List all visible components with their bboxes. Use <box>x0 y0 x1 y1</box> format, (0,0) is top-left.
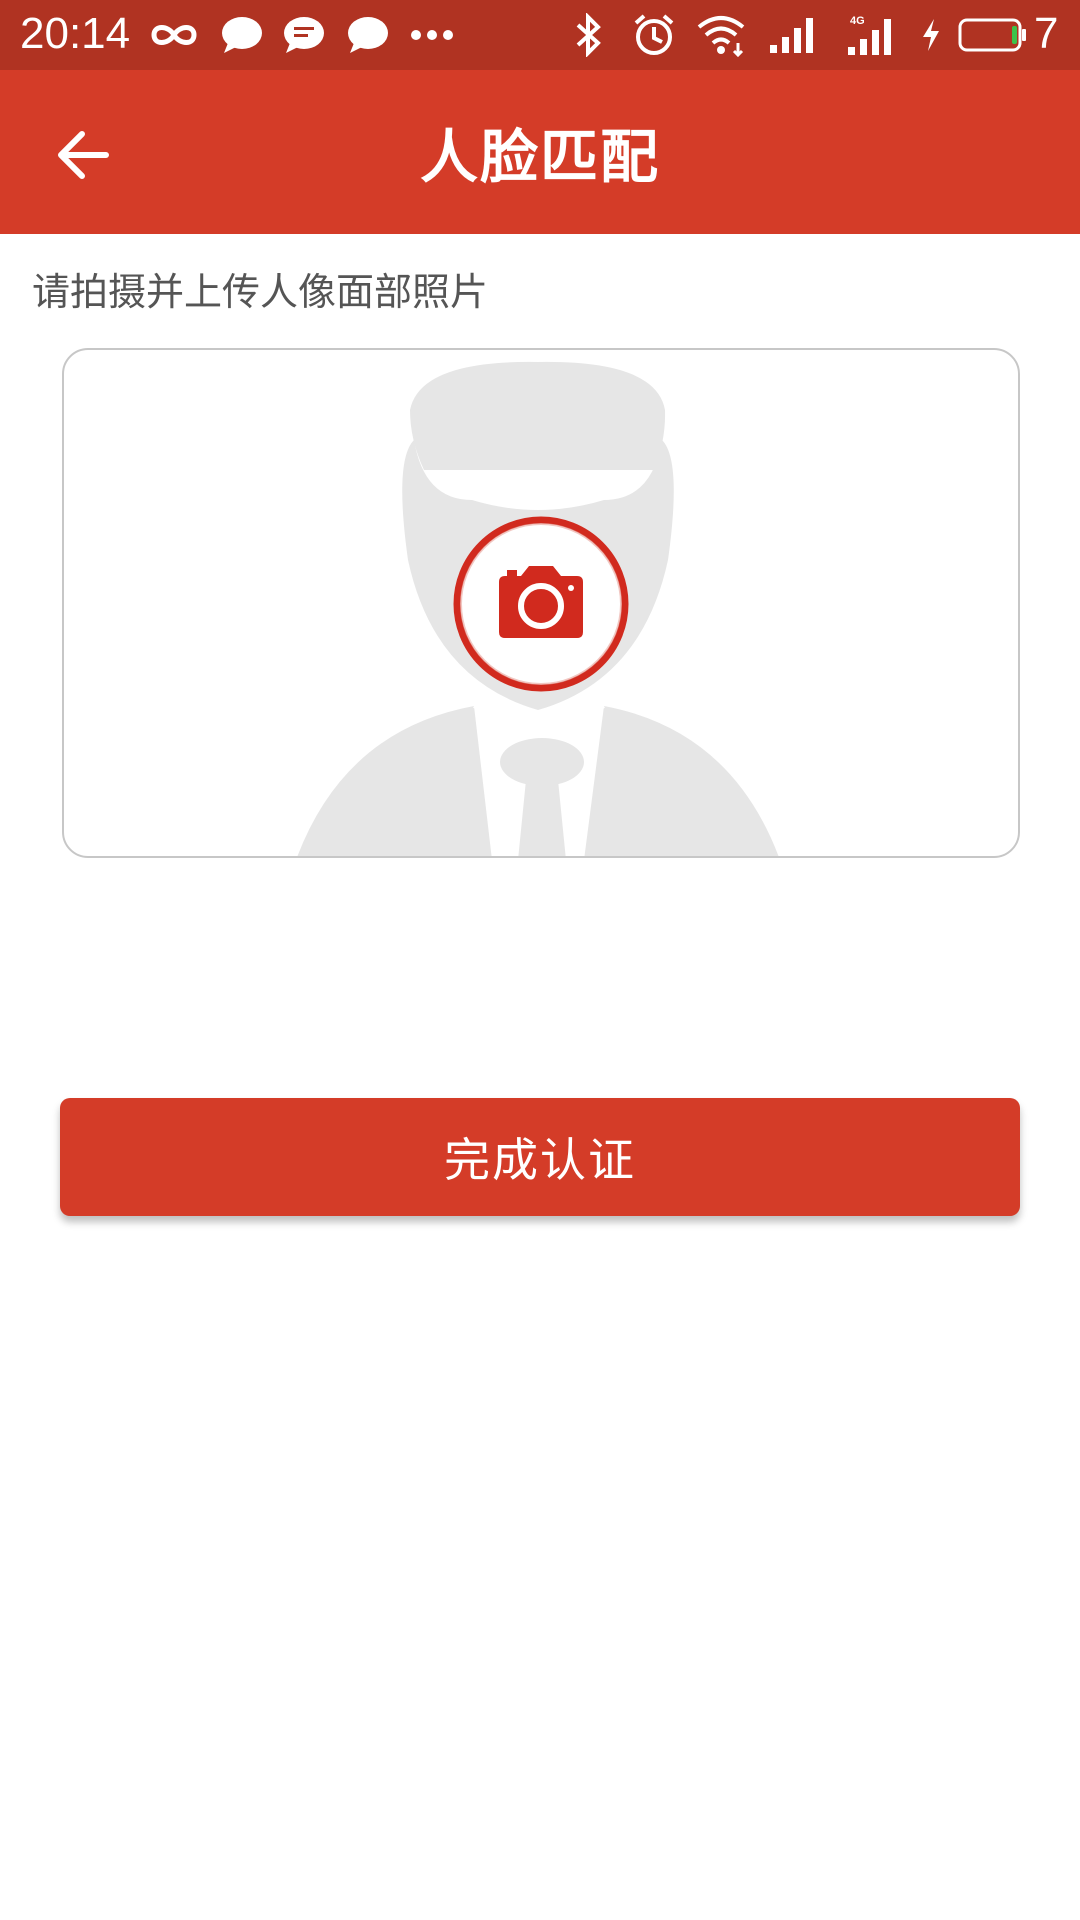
app-bar: 人脸匹配 <box>0 70 1080 234</box>
signal-4g-icon: 4G <box>846 0 898 70</box>
alarm-icon <box>632 0 676 70</box>
wifi-icon <box>696 0 746 70</box>
chat-bubble-icon <box>220 0 264 70</box>
chat-bubble-icon <box>346 0 390 70</box>
status-time: 20:14 <box>20 9 131 58</box>
page-title: 人脸匹配 <box>419 123 660 191</box>
status-bar: 20:14 4G 7 <box>0 0 1080 70</box>
battery-icon <box>958 0 1028 70</box>
camera-button[interactable] <box>453 516 629 692</box>
complete-verification-button[interactable]: 完成认证 <box>60 1098 1020 1216</box>
bluetooth-icon <box>574 0 604 70</box>
charging-icon <box>920 0 942 70</box>
network-type-label: 4G <box>850 15 865 27</box>
message-icon <box>282 0 326 70</box>
signal-icon <box>768 0 818 70</box>
infinity-icon <box>148 0 200 70</box>
instruction-text: 请拍摄并上传人像面部照片 <box>32 270 489 314</box>
camera-icon <box>453 516 629 692</box>
battery-level: 7 <box>1034 9 1059 58</box>
photo-upload-area[interactable] <box>62 348 1020 858</box>
more-dots-icon <box>410 0 454 70</box>
